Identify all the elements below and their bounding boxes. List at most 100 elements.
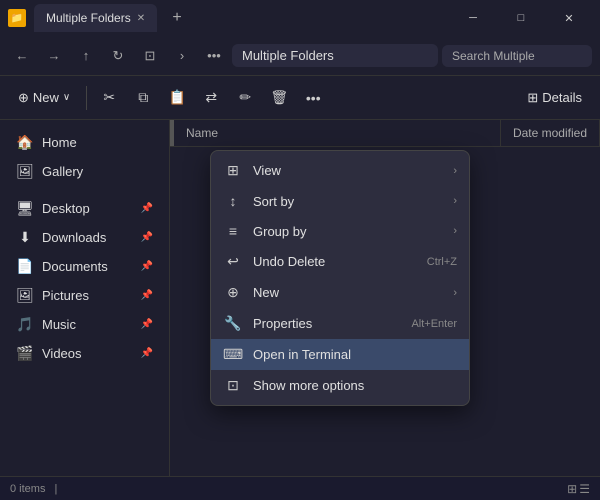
menu-item-view[interactable]: ⊞ View ›: [211, 155, 469, 186]
sidebar-icon-gallery: 🖼: [16, 163, 34, 180]
menu-item-more[interactable]: ⊡ Show more options: [211, 370, 469, 401]
tab[interactable]: Multiple Folders ✕: [34, 4, 157, 32]
details-label: Details: [542, 90, 582, 105]
maximize-button[interactable]: □: [498, 3, 544, 33]
address-bar: ← → ↑ ↻ ⊡ › ••• Multiple Folders Search …: [0, 36, 600, 76]
sidebar-pin-desktop: 📌: [141, 203, 153, 214]
grid-view-button[interactable]: ⊞: [567, 482, 577, 496]
sidebar-icon-videos: 🎬: [16, 345, 34, 362]
file-area: Name Date modified This folder is empty.…: [170, 120, 600, 476]
menu-icon-new: ⊕: [223, 284, 243, 301]
sidebar-item-pictures[interactable]: 🖼 Pictures 📌: [4, 282, 165, 309]
sidebar-label-documents: Documents: [42, 259, 108, 274]
menu-item-groupby[interactable]: ≡ Group by ›: [211, 216, 469, 246]
breadcrumb[interactable]: Multiple Folders: [232, 44, 438, 67]
menu-icon-properties: 🔧: [223, 315, 243, 332]
tab-label: Multiple Folders: [46, 11, 131, 25]
menu-arrow-groupby: ›: [453, 225, 457, 237]
menu-label-new: New: [253, 285, 279, 300]
close-button[interactable]: ✕: [546, 3, 592, 33]
sidebar-label-videos: Videos: [42, 346, 82, 361]
new-tab-button[interactable]: +: [165, 6, 189, 30]
new-label: New: [33, 90, 59, 105]
col-date: Date modified: [501, 120, 600, 146]
sidebar-icon-downloads: ⬇: [16, 229, 34, 246]
more-button[interactable]: •••: [200, 42, 228, 70]
menu-item-properties[interactable]: 🔧 Properties Alt+Enter: [211, 308, 469, 339]
menu-arrow-view: ›: [453, 165, 457, 177]
sidebar-label-gallery: Gallery: [42, 164, 83, 179]
details-icon: ⊞: [527, 90, 538, 106]
sidebar-item-downloads[interactable]: ⬇ Downloads 📌: [4, 224, 165, 251]
sidebar-item-music[interactable]: 🎵 Music 📌: [4, 311, 165, 338]
menu-label-undo: Undo Delete: [253, 254, 325, 269]
menu-arrow-sortby: ›: [453, 195, 457, 207]
col-name: Name: [174, 120, 501, 146]
sidebar-label-desktop: Desktop: [42, 201, 90, 216]
breadcrumb-sep-icon: ›: [168, 42, 196, 70]
menu-item-terminal[interactable]: ⌨ Open in Terminal: [211, 339, 469, 370]
tab-close-button[interactable]: ✕: [137, 13, 145, 24]
paste-button[interactable]: 📋: [161, 82, 193, 114]
file-header: Name Date modified: [170, 120, 600, 147]
sidebar-pin-downloads: 📌: [141, 232, 153, 243]
sidebar-icon-home: 🏠: [16, 134, 34, 151]
menu-shortcut-undo: Ctrl+Z: [427, 256, 457, 268]
status-bar: 0 items | ⊞ ☰: [0, 476, 600, 500]
refresh-button[interactable]: ↻: [104, 42, 132, 70]
menu-label-view: View: [253, 163, 281, 178]
sidebar-item-home[interactable]: 🏠 Home: [4, 129, 165, 156]
menu-icon-more: ⊡: [223, 377, 243, 394]
sidebar-item-gallery[interactable]: 🖼 Gallery: [4, 158, 165, 185]
move-button[interactable]: ⇄: [195, 82, 227, 114]
search-box[interactable]: Search Multiple: [442, 45, 592, 67]
menu-label-more: Show more options: [253, 378, 364, 393]
menu-label-sortby: Sort by: [253, 194, 294, 209]
sidebar-item-desktop[interactable]: 🖥 Desktop 📌: [4, 195, 165, 222]
sidebar-label-home: Home: [42, 135, 77, 150]
menu-label-groupby: Group by: [253, 224, 306, 239]
rename-button[interactable]: ✏: [229, 82, 261, 114]
menu-item-undo[interactable]: ↩ Undo Delete Ctrl+Z: [211, 246, 469, 277]
breadcrumb-label: Multiple Folders: [242, 48, 334, 63]
search-placeholder: Search Multiple: [452, 49, 535, 63]
toolbar-divider: [86, 86, 87, 110]
up-button[interactable]: ↑: [72, 42, 100, 70]
delete-button[interactable]: 🗑: [263, 82, 295, 114]
menu-shortcut-properties: Alt+Enter: [411, 318, 457, 330]
context-menu: ⊞ View › ↕ Sort by › ≡ Group by › ↩ Undo…: [210, 150, 470, 406]
sidebar-icon-pictures: 🖼: [16, 287, 34, 304]
cut-button[interactable]: ✂: [93, 82, 125, 114]
minimize-button[interactable]: ─: [450, 3, 496, 33]
menu-icon-terminal: ⌨: [223, 346, 243, 363]
more-options-button[interactable]: •••: [297, 82, 329, 114]
sidebar-label-music: Music: [42, 317, 76, 332]
copy-button[interactable]: ⧉: [127, 82, 159, 114]
view-buttons: ⊞ ☰: [567, 482, 590, 496]
app-icon: 📁: [8, 9, 26, 27]
sidebar-icon-desktop: 🖥: [16, 200, 34, 217]
sidebar-pin-music: 📌: [141, 319, 153, 330]
back-button[interactable]: ←: [8, 42, 36, 70]
window-controls: ─ □ ✕: [450, 3, 592, 33]
menu-item-new[interactable]: ⊕ New ›: [211, 277, 469, 308]
menu-icon-view: ⊞: [223, 162, 243, 179]
new-button[interactable]: ⊕ New ∨: [8, 82, 80, 114]
new-icon: ⊕: [18, 90, 29, 106]
menu-arrow-new: ›: [453, 287, 457, 299]
sidebar-pin-documents: 📌: [141, 261, 153, 272]
sidebar-pin-videos: 📌: [141, 348, 153, 359]
sidebar-item-documents[interactable]: 📄 Documents 📌: [4, 253, 165, 280]
sidebar: 🏠 Home 🖼 Gallery 🖥 Desktop 📌 ⬇ Downloads…: [0, 120, 170, 476]
sidebar-item-videos[interactable]: 🎬 Videos 📌: [4, 340, 165, 367]
forward-button[interactable]: →: [40, 42, 68, 70]
details-button[interactable]: ⊞ Details: [517, 82, 592, 114]
sidebar-pin-pictures: 📌: [141, 290, 153, 301]
menu-icon-undo: ↩: [223, 253, 243, 270]
list-view-button[interactable]: ☰: [579, 482, 590, 496]
view-toggle-button[interactable]: ⊡: [136, 42, 164, 70]
menu-label-properties: Properties: [253, 316, 312, 331]
menu-item-sortby[interactable]: ↕ Sort by ›: [211, 186, 469, 216]
status-items-count: 0 items |: [10, 483, 63, 495]
menu-icon-groupby: ≡: [223, 223, 243, 239]
